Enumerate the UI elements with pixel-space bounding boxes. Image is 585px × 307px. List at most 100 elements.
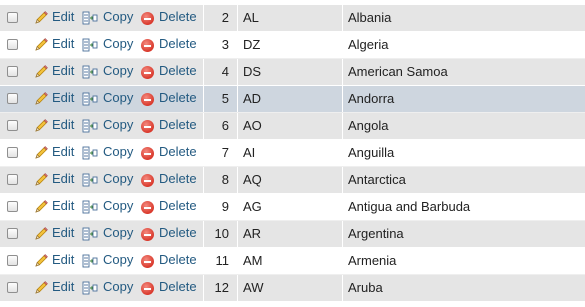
row-checkbox[interactable]: [7, 228, 18, 239]
row-checkbox[interactable]: [7, 12, 18, 23]
delete-icon: [141, 39, 154, 52]
column-divider: [342, 86, 343, 112]
cell-name: Antigua and Barbuda: [348, 199, 471, 214]
copy-label: Copy: [103, 279, 134, 294]
cell-id: 7: [221, 145, 229, 160]
cell-id: 4: [221, 64, 229, 79]
row-checkbox[interactable]: [7, 120, 18, 131]
copy-label: Copy: [103, 198, 134, 213]
pencil-icon: [35, 254, 48, 267]
copy-label: Copy: [103, 225, 134, 240]
cell-name: Algeria: [348, 37, 389, 52]
cell-code: DS: [243, 64, 262, 79]
pencil-icon: [35, 227, 48, 240]
row-checkbox[interactable]: [7, 66, 18, 77]
copy-icon: [82, 38, 98, 52]
pencil-icon: [35, 65, 48, 78]
delete-label: Delete: [159, 36, 197, 51]
delete-icon: [141, 201, 154, 214]
delete-label: Delete: [159, 198, 197, 213]
cell-name: American Samoa: [348, 64, 448, 79]
delete-icon: [141, 12, 154, 25]
cell-id: 11: [215, 253, 230, 268]
cell-id: 6: [221, 118, 229, 133]
column-divider: [342, 32, 343, 58]
table-results: Edit Copy Delete 2 AL Albania Edit Copy …: [0, 0, 585, 307]
copy-icon: [82, 92, 98, 106]
cell-code: AL: [243, 10, 259, 25]
pencil-icon: [35, 281, 48, 294]
copy-label: Copy: [103, 171, 134, 186]
row-checkbox[interactable]: [7, 39, 18, 50]
edit-label: Edit: [52, 144, 75, 159]
cell-code: AM: [243, 253, 263, 268]
row-checkbox[interactable]: [7, 93, 18, 104]
delete-label: Delete: [159, 225, 197, 240]
edit-label: Edit: [52, 63, 75, 78]
copy-label: Copy: [103, 117, 134, 132]
edit-label: Edit: [52, 117, 75, 132]
cell-code: DZ: [243, 37, 261, 52]
column-divider: [203, 86, 204, 112]
delete-icon: [141, 255, 154, 268]
row-checkbox[interactable]: [7, 282, 18, 293]
copy-icon: [82, 281, 98, 295]
delete-label: Delete: [159, 9, 197, 24]
pencil-icon: [35, 200, 48, 213]
column-divider: [203, 140, 204, 166]
cell-id: 9: [221, 199, 229, 214]
table-row: Edit Copy Delete 5 AD Andorra: [0, 86, 585, 113]
column-divider: [237, 194, 238, 220]
copy-icon: [82, 173, 98, 187]
cell-name: Angola: [348, 118, 389, 133]
delete-icon: [141, 174, 154, 187]
cell-id: 12: [214, 280, 229, 295]
delete-icon: [141, 228, 154, 241]
edit-label: Edit: [52, 252, 75, 267]
delete-icon: [141, 66, 154, 79]
copy-label: Copy: [103, 63, 134, 78]
column-divider: [237, 221, 238, 247]
column-divider: [203, 194, 204, 220]
cell-id: 2: [221, 10, 229, 25]
column-divider: [237, 113, 238, 139]
column-divider: [342, 194, 343, 220]
table-row: Edit Copy Delete 8 AQ Antarctica: [0, 167, 585, 194]
delete-label: Delete: [159, 279, 197, 294]
column-divider: [203, 5, 204, 31]
edit-label: Edit: [52, 279, 75, 294]
cell-name: Antarctica: [348, 172, 406, 187]
copy-icon: [82, 200, 98, 214]
delete-label: Delete: [159, 90, 197, 105]
column-divider: [203, 221, 204, 247]
cell-id: 8: [221, 172, 229, 187]
delete-icon: [141, 282, 154, 295]
delete-label: Delete: [159, 63, 197, 78]
table-row: Edit Copy Delete 6 AO Angola: [0, 113, 585, 140]
column-divider: [237, 275, 238, 301]
table-row: Edit Copy Delete 9 AG Antigua and Barbud…: [0, 194, 585, 221]
cell-name: Anguilla: [348, 145, 395, 160]
cell-code: AR: [243, 226, 262, 241]
copy-label: Copy: [103, 144, 134, 159]
row-checkbox[interactable]: [7, 147, 18, 158]
row-checkbox[interactable]: [7, 201, 18, 212]
copy-label: Copy: [103, 36, 134, 51]
delete-label: Delete: [159, 144, 197, 159]
delete-label: Delete: [159, 117, 197, 132]
table-row: Edit Copy Delete 11 AM Armenia: [0, 248, 585, 275]
delete-label: Delete: [159, 171, 197, 186]
edit-label: Edit: [52, 90, 75, 105]
column-divider: [237, 86, 238, 112]
row-checkbox[interactable]: [7, 174, 18, 185]
cell-code: AD: [243, 91, 262, 106]
column-divider: [203, 59, 204, 85]
cell-code: AW: [243, 280, 264, 295]
cell-code: AI: [243, 145, 256, 160]
cell-name: Andorra: [348, 91, 395, 106]
row-checkbox[interactable]: [7, 255, 18, 266]
column-divider: [203, 32, 204, 58]
cell-name: Albania: [348, 10, 392, 25]
cell-name: Armenia: [348, 253, 397, 268]
copy-icon: [82, 65, 98, 79]
